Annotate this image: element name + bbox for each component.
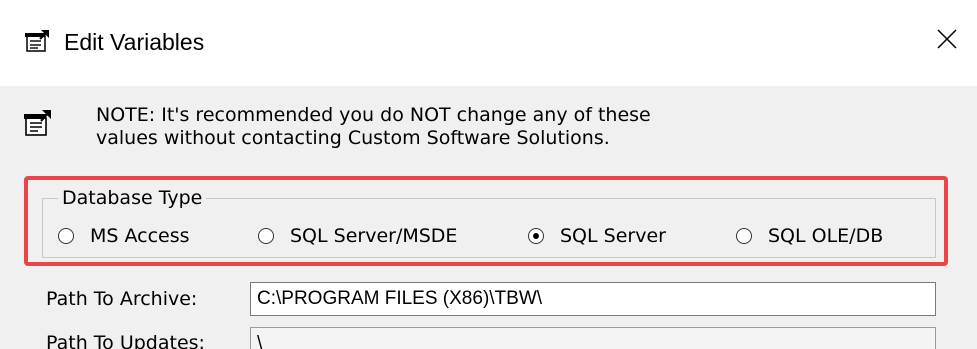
path-to-updates-label: Path To Updates: (46, 332, 205, 349)
note-text: NOTE: It's recommended you do NOT change… (96, 104, 651, 149)
properties-icon (24, 110, 51, 136)
close-button[interactable] (917, 14, 977, 64)
path-to-updates-input[interactable]: \ (250, 327, 936, 349)
properties-icon (25, 30, 49, 52)
close-icon (937, 29, 957, 49)
highlight-box (24, 176, 948, 266)
dialog-title: Edit Variables (64, 29, 205, 55)
path-to-archive-input[interactable]: C:\PROGRAM FILES (X86)\TBW\ (250, 282, 936, 316)
edit-variables-dialog: Edit Variables NOTE: It's recommended yo… (0, 0, 977, 349)
title-bar[interactable]: Edit Variables (0, 0, 977, 86)
path-to-archive-label: Path To Archive: (46, 288, 198, 310)
